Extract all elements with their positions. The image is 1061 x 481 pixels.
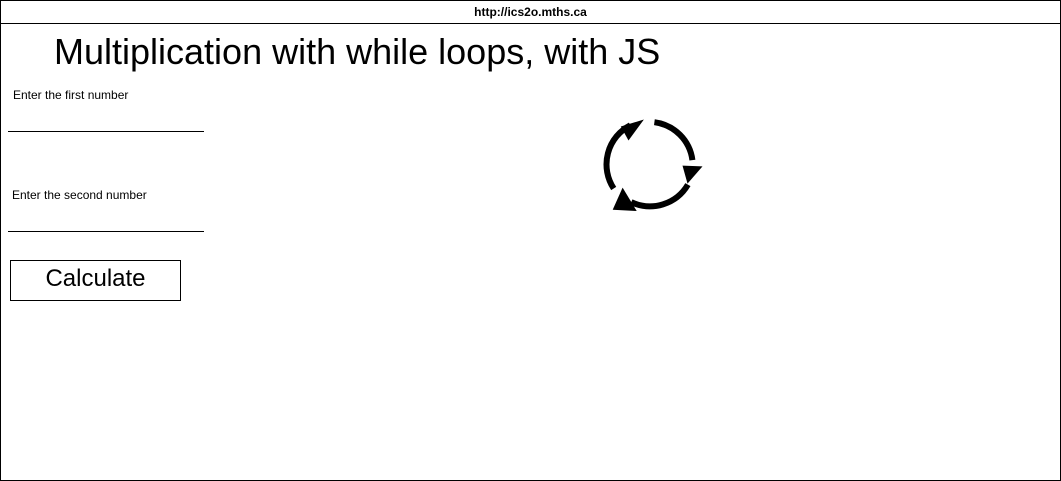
second-number-label: Enter the second number [12,188,147,202]
cycle-arrows-icon [603,119,703,211]
page-title: Multiplication with while loops, with JS [54,31,661,72]
page-frame: http://ics2o.mths.ca Multiplication with… [0,0,1061,481]
first-number-label: Enter the first number [13,88,129,102]
second-number-input[interactable] [8,211,204,232]
calculate-button[interactable]: Calculate [10,260,181,301]
first-number-input[interactable] [8,111,204,132]
url-bar[interactable]: http://ics2o.mths.ca [1,1,1060,24]
